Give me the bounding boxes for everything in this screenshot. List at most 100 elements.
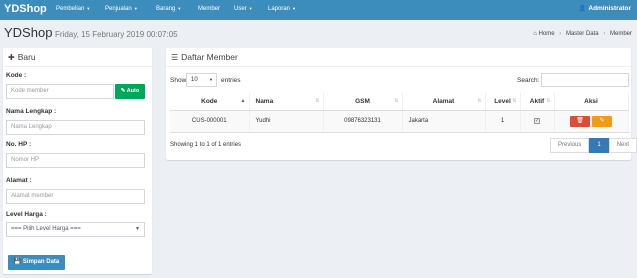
delete-button[interactable]: 🗑 (570, 115, 590, 127)
caret-down-icon: ▼ (177, 6, 182, 11)
col-aksi-label: Aksi (584, 97, 598, 105)
sort-icon: ⇅ (546, 98, 551, 104)
col-aktif[interactable]: Aktif ⇅ (520, 93, 555, 111)
caret-down-icon: ▼ (135, 226, 140, 232)
caret-down-icon: ▼ (209, 77, 213, 82)
alamat-input[interactable]: Alamat member (6, 189, 145, 204)
sort-icon: ⇅ (512, 98, 517, 104)
search-label: Search: (517, 77, 540, 84)
trash-icon: 🗑 (576, 117, 584, 124)
breadcrumb-member: Member (609, 31, 632, 37)
cell-aktif: ✓ (520, 110, 555, 133)
nav-penjualan-label: Penjualan (105, 6, 132, 12)
col-aksi: Aksi (554, 93, 629, 111)
col-aktif-label: Aktif (529, 97, 545, 105)
table-header-row: Kode ▲ Nama ⇅ GSM ⇅ Alamat ⇅ Level ⇅ Aktif ⇅ A… (170, 93, 629, 111)
caret-down-icon: ▼ (292, 6, 296, 11)
page-title: YDShop (4, 25, 53, 40)
nav-member[interactable]: Member (198, 6, 220, 12)
nav-laporan-label: Laporan (268, 6, 291, 12)
col-level-label: Level (494, 97, 511, 105)
col-nama[interactable]: Nama ⇅ (249, 93, 324, 111)
breadcrumb: ⌂ Home › Master Data › Member (533, 31, 632, 37)
entries-select[interactable]: 10 ▼ (186, 73, 217, 87)
breadcrumb-separator: › (603, 31, 606, 37)
cell-alamat: Jakarta (402, 110, 486, 133)
magic-wand-icon: ✎ (120, 88, 126, 94)
auto-button-label: Auto (126, 88, 140, 94)
nav-user-label: User (234, 6, 247, 12)
nav-barang[interactable]: Barang ▼ (156, 6, 181, 12)
page-date: Friday, 15 February 2019 00:07:05 (55, 30, 178, 39)
cell-aksi: 🗑 ✎ (554, 110, 629, 133)
caret-down-icon: ▼ (86, 6, 91, 11)
alamat-label: Alamat : (6, 177, 32, 184)
nav-pembelian[interactable]: Pembelian ▼ (56, 6, 90, 12)
col-gsm[interactable]: GSM ⇅ (323, 93, 403, 111)
plus-icon: ✚ (8, 53, 15, 62)
next-button[interactable]: Next (608, 138, 637, 153)
member-list-header: ☰ Daftar Member (166, 48, 631, 67)
hp-input[interactable]: Nomor HP (6, 153, 145, 168)
nav-barang-label: Barang (156, 6, 176, 12)
brand-logo[interactable]: YDShop (4, 3, 47, 15)
entries-label: entries (221, 77, 241, 84)
nav-penjualan[interactable]: Penjualan ▼ (105, 6, 138, 12)
col-alamat[interactable]: Alamat ⇅ (402, 93, 486, 111)
member-list-title: ☰ Daftar Member (171, 52, 238, 62)
level-label: Level Harga : (6, 211, 47, 218)
nav-member-label: Member (198, 6, 221, 12)
edit-icon: ✎ (599, 117, 605, 124)
sort-icon: ⇅ (477, 98, 482, 104)
auto-button[interactable]: ✎ Auto (115, 84, 145, 99)
breadcrumb-separator: › (559, 31, 562, 37)
nav-laporan[interactable]: Laporan ▼ (268, 6, 296, 12)
new-member-header: ✚ Baru (3, 48, 152, 67)
caret-down-icon: ▼ (133, 6, 138, 11)
previous-button[interactable]: Previous (550, 138, 590, 153)
home-icon: ⌂ (533, 31, 537, 37)
kode-input[interactable]: Kode member (6, 84, 114, 99)
col-gsm-label: GSM (355, 97, 370, 105)
nav-user[interactable]: User ▼ (234, 6, 253, 12)
list-icon: ☰ (171, 53, 179, 62)
top-navbar: YDShop Pembelian ▼ Penjualan ▼ Barang ▼ Mem… (0, 0, 637, 20)
nama-label: Nama Lengkap : (6, 108, 57, 115)
show-label: Show (170, 77, 187, 84)
level-select-value: === Pilih Level Harga === (11, 226, 81, 232)
aktif-checkbox[interactable]: ✓ (534, 118, 540, 124)
breadcrumb-master-data[interactable]: Master Data (566, 31, 599, 37)
save-button-label: Simpan Data (22, 259, 60, 265)
cell-kode: CUS-000001 (170, 110, 250, 133)
kode-label: Kode : (6, 72, 27, 79)
user-menu[interactable]: 👤 Administrator (579, 5, 631, 12)
sort-icon: ⇅ (315, 98, 320, 104)
save-icon: 💾 (13, 259, 22, 265)
user-icon: 👤 (578, 6, 587, 12)
entries-select-value: 10 (191, 77, 198, 83)
pagination: Previous 1 Next (550, 138, 637, 153)
save-button[interactable]: 💾 Simpan Data (8, 255, 65, 270)
col-kode-label: Kode (201, 97, 218, 105)
page-1-button[interactable]: 1 (589, 138, 609, 153)
sort-icon: ⇅ (394, 98, 399, 104)
edit-button[interactable]: ✎ (592, 115, 612, 127)
col-alamat-label: Alamat (432, 97, 455, 105)
nav-pembelian-label: Pembelian (56, 6, 85, 12)
col-level[interactable]: Level ⇅ (485, 93, 521, 111)
table-info: Showing 1 to 1 of 1 entries (170, 142, 242, 148)
cell-level: 1 (485, 110, 521, 133)
sort-asc-icon: ▲ (240, 98, 246, 104)
user-name: Administrator (588, 5, 631, 12)
new-member-title: ✚ Baru (8, 52, 36, 62)
member-table: Kode ▲ Nama ⇅ GSM ⇅ Alamat ⇅ Level ⇅ Aktif ⇅ A… (170, 93, 629, 133)
nama-input[interactable]: Nama Lengkap (6, 120, 145, 135)
level-select[interactable]: === Pilih Level Harga === ▼ (6, 222, 145, 237)
member-list-title-text: Daftar Member (181, 52, 238, 62)
cell-nama: Yudhi (249, 110, 324, 133)
search-input[interactable] (541, 73, 629, 87)
new-member-title-text: Baru (17, 52, 36, 62)
col-kode[interactable]: Kode ▲ (170, 93, 250, 111)
caret-down-icon: ▼ (248, 6, 253, 11)
breadcrumb-home[interactable]: Home (539, 31, 555, 37)
